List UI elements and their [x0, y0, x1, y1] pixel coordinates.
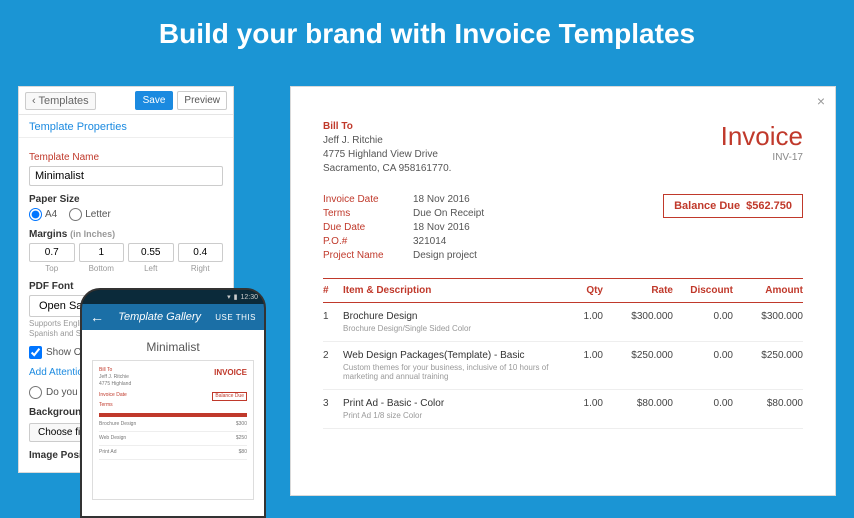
invoice-table-header: # Item & Description Qty Rate Discount A… [323, 279, 803, 303]
phone-app-bar: ← Template Gallery USE THIS [82, 304, 264, 330]
table-row: 2Web Design Packages(Template) - BasicCu… [323, 342, 803, 390]
invoice-preview-panel: × Bill To Jeff J. Ritchie 4775 Highland … [290, 86, 836, 496]
save-button[interactable]: Save [135, 91, 174, 110]
customer-name: Jeff J. Ritchie [323, 134, 451, 148]
table-row: 1Brochure DesignBrochure Design/Single S… [323, 303, 803, 342]
margin-right-input[interactable] [178, 243, 224, 262]
margin-left-input[interactable] [128, 243, 174, 262]
meta-row: P.O.#321014 [323, 236, 484, 247]
meta-row: Project NameDesign project [323, 250, 484, 261]
template-name-input[interactable] [29, 166, 223, 186]
address-line2: Sacramento, CA 958161770. [323, 162, 451, 176]
radio-a4[interactable]: A4 [29, 208, 57, 221]
phone-title: Template Gallery [118, 311, 201, 323]
margin-top-input[interactable] [29, 243, 75, 262]
label-paper-size: Paper Size [29, 194, 223, 205]
label-template-name: Template Name [29, 152, 223, 163]
section-title: Template Properties [19, 115, 233, 138]
phone-status-bar: ▾▮12:30 [82, 290, 264, 304]
settings-toolbar: ‹ Templates Save Preview [19, 87, 233, 115]
meta-row: Invoice Date18 Nov 2016 [323, 194, 484, 205]
preview-button[interactable]: Preview [177, 91, 227, 110]
hero-title: Build your brand with Invoice Templates [0, 0, 854, 64]
meta-row: TermsDue On Receipt [323, 208, 484, 219]
phone-template-name: Minimalist [92, 340, 254, 354]
back-templates-button[interactable]: ‹ Templates [25, 92, 96, 110]
bill-to-block: Bill To Jeff J. Ritchie 4775 Highland Vi… [323, 121, 451, 176]
invoice-title: Invoice [721, 121, 803, 152]
do-you-want-radio[interactable] [29, 386, 42, 399]
use-this-button[interactable]: USE THIS [215, 313, 256, 322]
show-org-checkbox[interactable] [29, 346, 42, 359]
invoice-meta: Invoice Date18 Nov 2016 TermsDue On Recei… [323, 194, 484, 264]
bill-to-label: Bill To [323, 121, 451, 132]
table-row: 3Print Ad - Basic - ColorPrint Ad 1/8 si… [323, 390, 803, 429]
close-icon[interactable]: × [817, 93, 825, 109]
label-margins: Margins (in Inches) [29, 229, 223, 240]
address-line1: 4775 Highland View Drive [323, 148, 451, 162]
phone-preview: ▾▮12:30 ← Template Gallery USE THIS Mini… [80, 288, 266, 518]
radio-letter[interactable]: Letter [69, 208, 111, 221]
mini-invoice-thumbnail[interactable]: Bill To Jeff J. Ritchie 4775 Highland IN… [92, 360, 254, 500]
invoice-number: INV-17 [721, 152, 803, 163]
meta-row: Due Date18 Nov 2016 [323, 222, 484, 233]
phone-back-icon[interactable]: ← [90, 309, 104, 325]
margin-bottom-input[interactable] [79, 243, 125, 262]
balance-due-box: Balance Due$562.750 [663, 194, 803, 218]
